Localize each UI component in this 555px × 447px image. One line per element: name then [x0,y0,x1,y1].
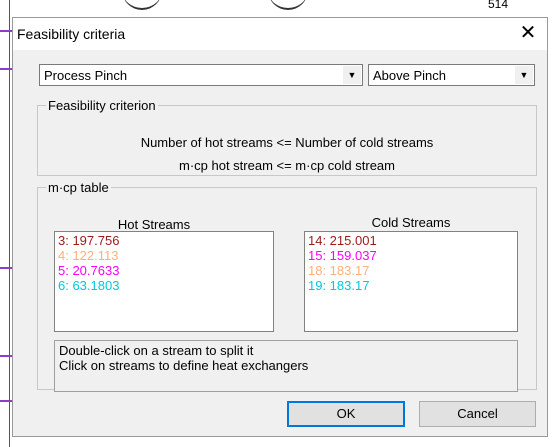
mcp-table-group: m·cp table Hot Streams Cold Streams 3: 1… [37,180,537,392]
background-arc [268,0,308,10]
list-item[interactable]: 3: 197.756 [58,233,270,248]
region-value: Above Pinch [373,68,446,83]
ok-button[interactable]: OK [287,401,405,427]
list-item[interactable]: 6: 63.1803 [58,278,270,293]
instruction-split: Double-click on a stream to split it [59,343,254,358]
pinch-type-select[interactable]: Process Pinch ▼ [39,64,363,86]
feasibility-criterion-group: Feasibility criterion Number of hot stre… [37,98,537,176]
background-label: 514 [488,0,509,11]
title-bar[interactable]: Feasibility criteria ✕ [13,18,547,50]
list-item[interactable]: 19: 183.17 [308,278,514,293]
list-item[interactable]: 15: 159.037 [308,248,514,263]
chevron-down-icon[interactable]: ▼ [515,66,533,84]
list-item[interactable]: 5: 20.7633 [58,263,270,278]
instructions-box: Double-click on a stream to split it Cli… [54,340,518,392]
criterion-line-mcp: m·cp hot stream <= m·cp cold stream [178,158,395,173]
cold-streams-list[interactable]: 14: 215.001 15: 159.037 18: 183.17 19: 1… [304,231,518,332]
cold-streams-header: Cold Streams [371,215,451,230]
close-button[interactable]: ✕ [515,20,541,46]
list-item[interactable]: 18: 183.17 [308,263,514,278]
mcp-table-legend: m·cp table [48,180,109,195]
instruction-exchangers: Click on streams to define heat exchange… [59,358,309,373]
background-arc [122,0,162,10]
criterion-line-count: Number of hot streams <= Number of cold … [140,135,434,150]
hot-streams-header: Hot Streams [117,217,191,232]
list-item[interactable]: 4: 122.113 [58,248,270,263]
dialog-title: Feasibility criteria [17,26,126,42]
feasibility-dialog: Feasibility criteria ✕ Process Pinch ▼ A… [12,17,548,437]
region-select[interactable]: Above Pinch ▼ [368,64,535,86]
cancel-button[interactable]: Cancel [419,401,536,427]
chevron-down-icon[interactable]: ▼ [343,66,361,84]
feasibility-criterion-legend: Feasibility criterion [48,98,156,113]
hot-streams-list[interactable]: 3: 197.756 4: 122.113 5: 20.7633 6: 63.1… [54,231,274,332]
pinch-type-value: Process Pinch [44,68,128,83]
list-item[interactable]: 14: 215.001 [308,233,514,248]
